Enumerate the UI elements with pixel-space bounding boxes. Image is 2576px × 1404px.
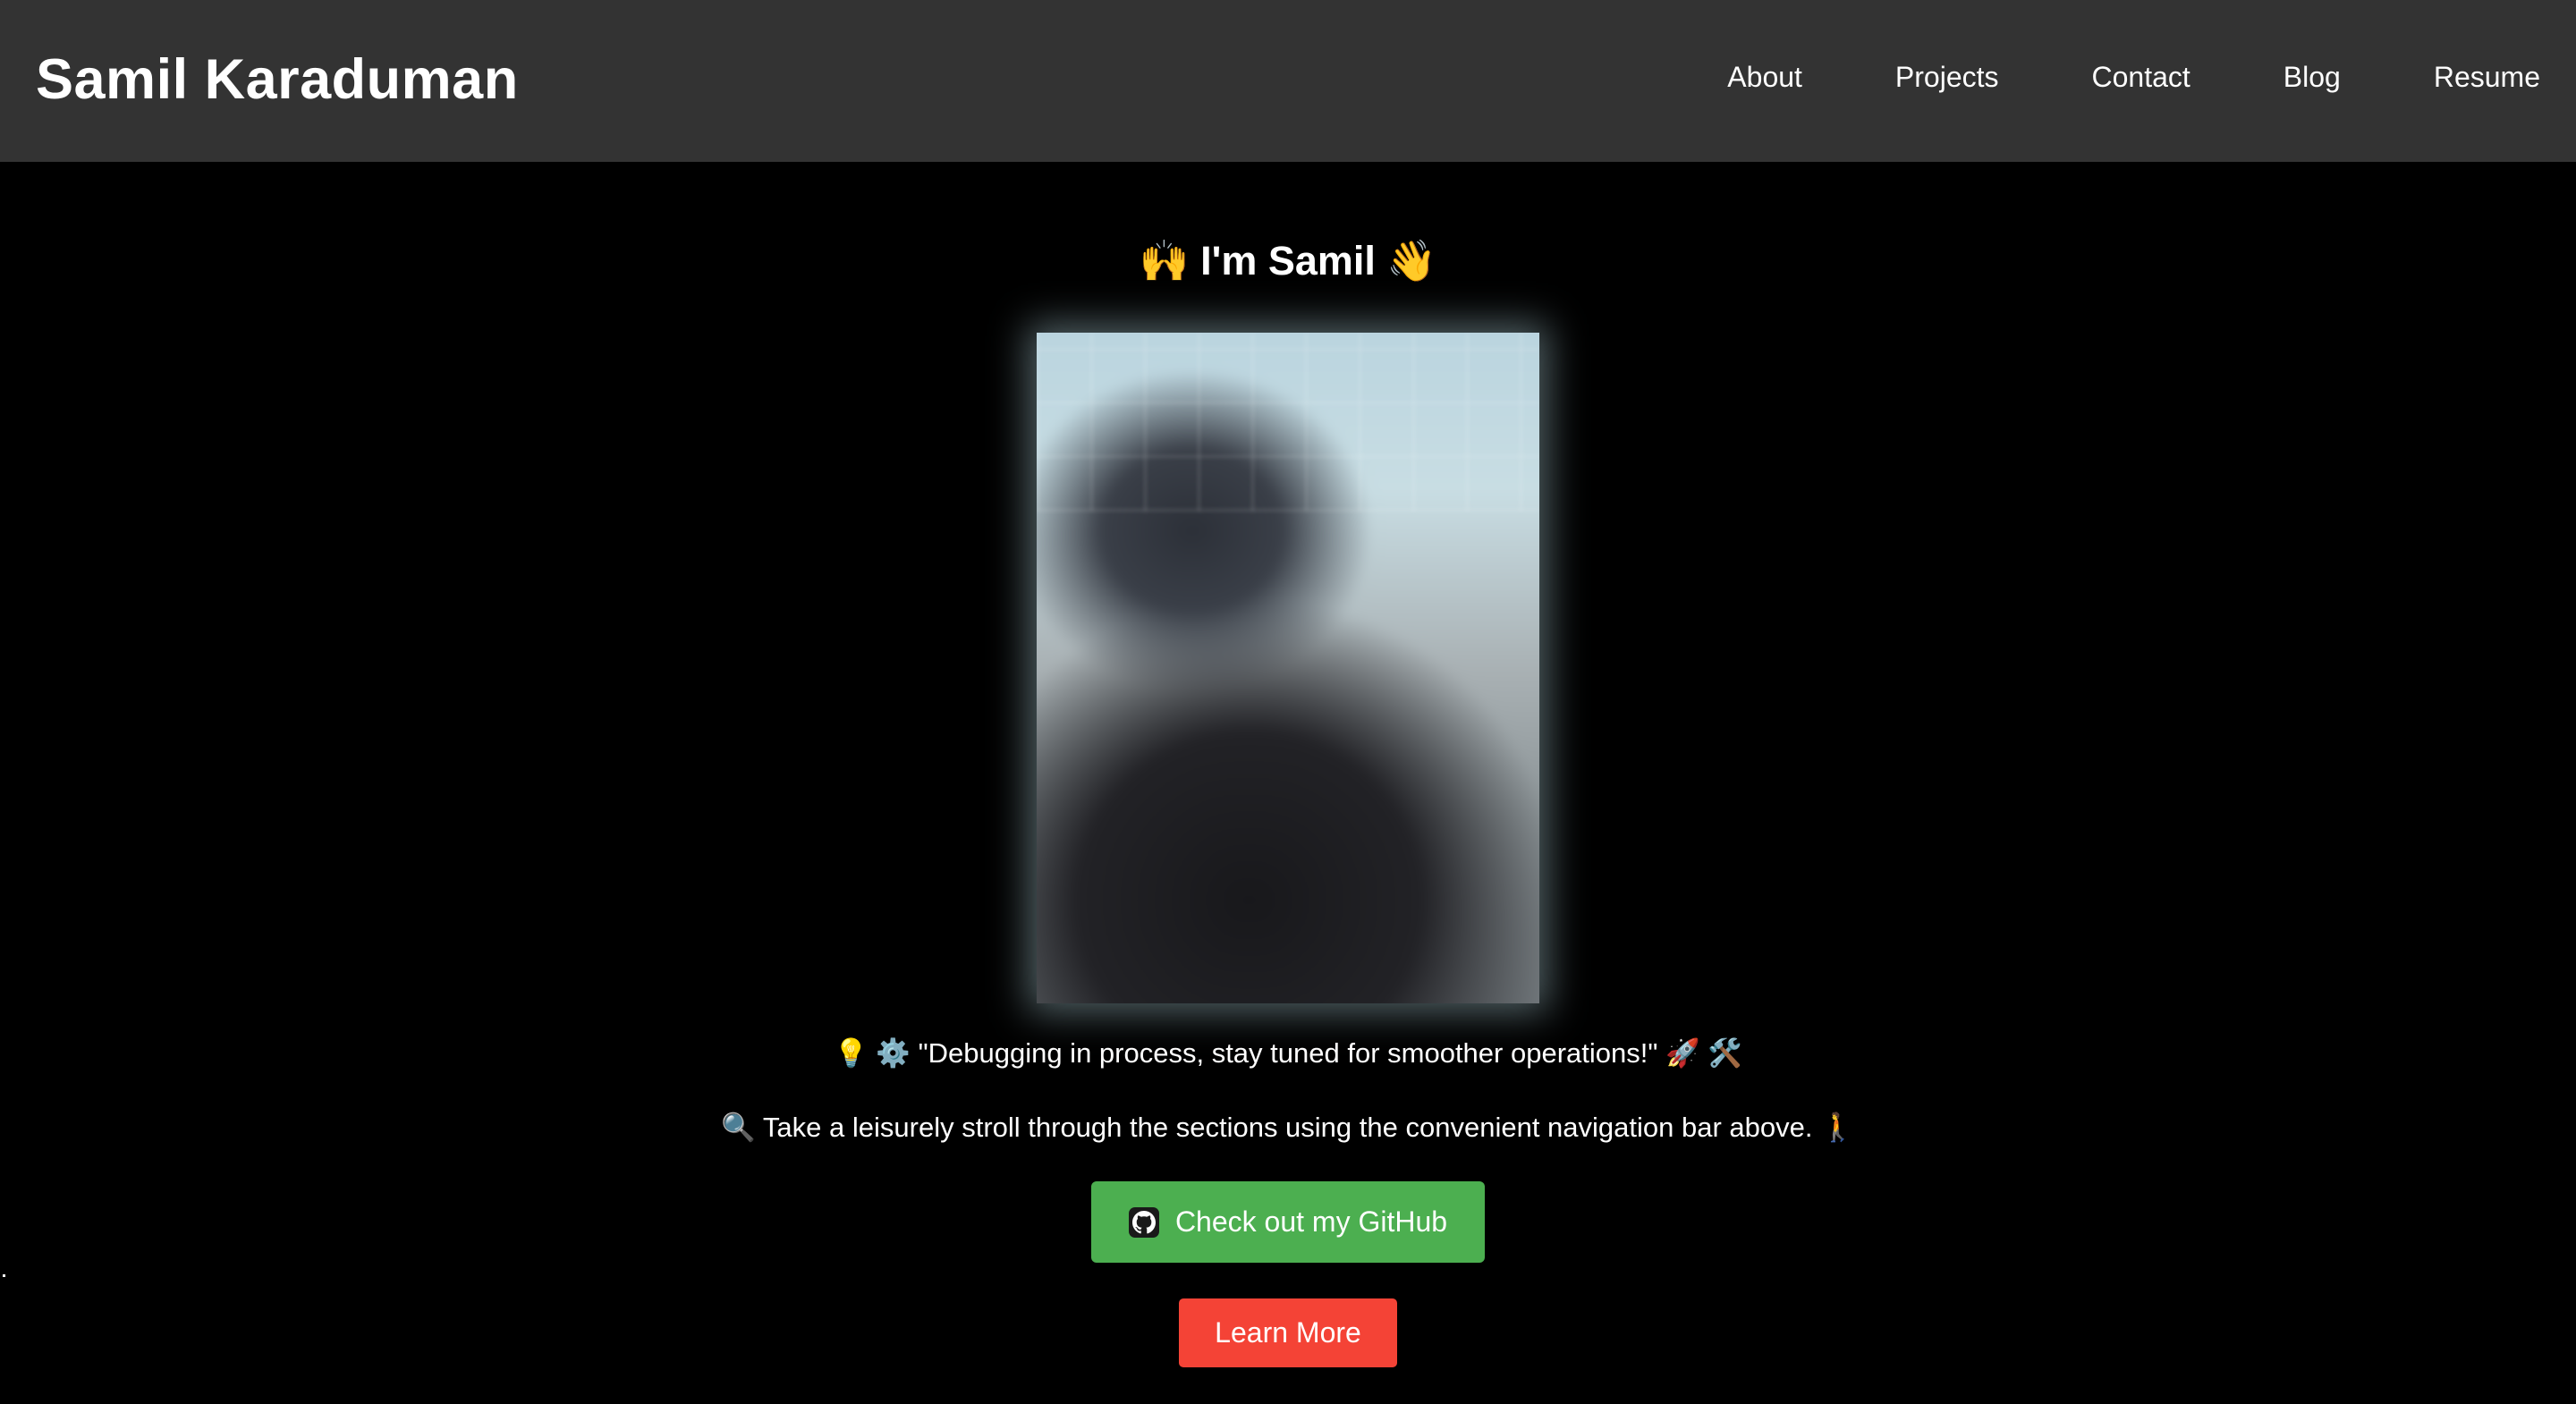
learn-more-button[interactable]: Learn More	[1179, 1298, 1397, 1367]
hero-section: 🙌 I'm Samil 👋 💡 ⚙️ "Debugging in process…	[0, 162, 2576, 1404]
github-button-label: Check out my GitHub	[1174, 1205, 1448, 1238]
nav-link-about[interactable]: About	[1727, 61, 1802, 94]
nav-link-resume[interactable]: Resume	[2434, 61, 2540, 94]
github-button[interactable]: Check out my GitHub	[1091, 1181, 1485, 1263]
nav-link-blog[interactable]: Blog	[2284, 61, 2341, 94]
github-icon	[1128, 1206, 1159, 1238]
site-brand[interactable]: Samil Karaduman	[36, 47, 519, 112]
navigation-hint: 🔍 Take a leisurely stroll through the se…	[721, 1112, 1855, 1143]
nav-link-projects[interactable]: Projects	[1895, 61, 1999, 94]
main-nav: About Projects Contact Blog Resume	[1727, 61, 2540, 94]
stray-dot	[3, 1274, 5, 1277]
status-tagline: 💡 ⚙️ "Debugging in process, stay tuned f…	[834, 1037, 1742, 1069]
site-header: Samil Karaduman About Projects Contact B…	[0, 0, 2576, 162]
profile-photo	[1037, 333, 1539, 1003]
photo-background-grid	[1037, 333, 1539, 512]
hero-title: 🙌 I'm Samil 👋	[1139, 238, 1437, 283]
nav-link-contact[interactable]: Contact	[2092, 61, 2190, 94]
